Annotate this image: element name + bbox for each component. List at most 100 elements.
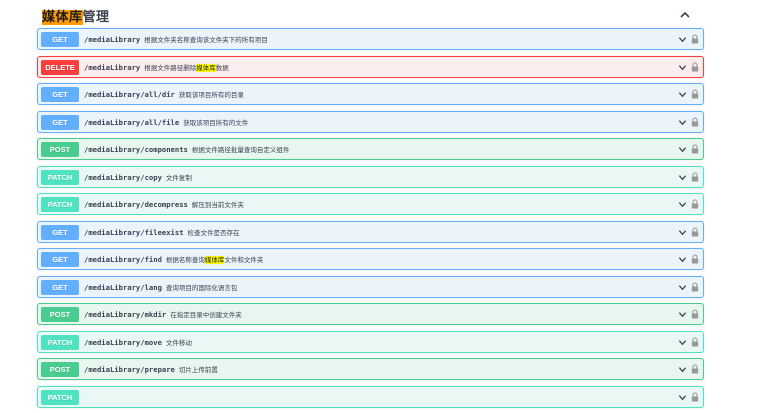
operation-summary: 文件复制 bbox=[166, 174, 192, 182]
lock-icon[interactable] bbox=[691, 116, 699, 127]
search-highlight: 媒体库 bbox=[204, 256, 225, 264]
operation-row[interactable]: PATCH/mediaLibrary/move 文件移动 bbox=[37, 330, 704, 353]
lock-icon[interactable] bbox=[691, 391, 699, 402]
section-title: 媒体库管理 bbox=[42, 6, 110, 25]
method-badge: GET bbox=[41, 224, 79, 240]
chevron-down-icon[interactable] bbox=[678, 63, 687, 72]
chevron-down-icon[interactable] bbox=[678, 118, 687, 127]
lock-icon[interactable] bbox=[691, 199, 699, 209]
operation-summary: 查询项目的国际化语言包 bbox=[166, 284, 238, 292]
lock-icon[interactable] bbox=[691, 336, 699, 347]
lock-icon[interactable] bbox=[691, 254, 699, 264]
operation-path: /mediaLibrary/lang 查询项目的国际化语言包 bbox=[84, 282, 237, 292]
summary-text: 解压到当前文件夹 bbox=[191, 201, 244, 209]
operation-row[interactable]: POST/mediaLibrary/prepare 切片上传前置 bbox=[37, 358, 704, 380]
method-badge: GET bbox=[41, 114, 79, 130]
operation-row[interactable]: PATCH/mediaLibrary/decompress 解压到当前文件夹 bbox=[37, 193, 704, 215]
operation-path: /mediaLibrary/prepare 切片上传前置 bbox=[84, 364, 218, 374]
operation-summary: 在指定目录中创建文件夹 bbox=[170, 311, 242, 319]
lock-icon[interactable] bbox=[691, 281, 699, 292]
chevron-down-icon[interactable] bbox=[678, 35, 687, 44]
operation-path: /mediaLibrary/all/file 获取该项目所有的文件 bbox=[84, 117, 248, 127]
method-badge: PATCH bbox=[41, 197, 79, 212]
path-text: /mediaLibrary/fileexist bbox=[84, 227, 184, 237]
summary-text: 根据文件路径删除 bbox=[144, 63, 197, 72]
method-badge: GET bbox=[41, 32, 79, 47]
operation-row[interactable]: POST/mediaLibrary/mkdir 在指定目录中创建文件夹 bbox=[37, 303, 704, 325]
lock-icon[interactable] bbox=[691, 34, 699, 44]
operation-row[interactable]: POST/mediaLibrary/components 根据文件路径批量查询自定… bbox=[37, 138, 704, 160]
operation-path: /mediaLibrary/move 文件移动 bbox=[84, 337, 192, 347]
path-text: /mediaLibrary bbox=[84, 62, 141, 72]
chevron-down-icon[interactable] bbox=[678, 173, 687, 182]
path-text: /mediaLibrary/all/file bbox=[84, 117, 180, 127]
summary-text-after: 数据 bbox=[215, 63, 229, 72]
chevron-down-icon[interactable] bbox=[678, 310, 687, 319]
chevron-down-icon[interactable] bbox=[678, 338, 687, 347]
method-badge: POST bbox=[41, 362, 79, 377]
lock-icon[interactable] bbox=[691, 364, 699, 374]
operation-summary: 切片上传前置 bbox=[179, 366, 218, 374]
title-highlight: 媒体库 bbox=[42, 10, 83, 25]
summary-text: 文件复制 bbox=[165, 173, 192, 182]
operation-row[interactable]: GET/mediaLibrary/all/dir 获取该项目所有的目录 bbox=[37, 83, 704, 105]
lock-icon[interactable] bbox=[691, 226, 699, 237]
lock-icon[interactable] bbox=[691, 144, 699, 154]
operation-path: /mediaLibrary/components 根据文件路径批量查询自定义组件 bbox=[84, 144, 289, 154]
summary-text: 查询项目的国际化语言包 bbox=[165, 283, 238, 292]
path-text: /mediaLibrary/move bbox=[84, 337, 162, 347]
section-header[interactable]: 媒体库管理 bbox=[39, 0, 704, 31]
summary-text: 根据名称查询 bbox=[165, 256, 205, 264]
operation-summary: 根据文件路径批量查询自定义组件 bbox=[192, 146, 290, 154]
chevron-down-icon[interactable] bbox=[678, 283, 687, 292]
method-badge: GET bbox=[41, 252, 79, 267]
operation-path: /mediaLibrary/copy 文件复制 bbox=[84, 172, 192, 182]
lock-icon[interactable] bbox=[691, 309, 699, 319]
lock-icon[interactable] bbox=[691, 89, 699, 99]
search-highlight: 媒体库 bbox=[196, 63, 216, 72]
summary-text: 检查文件是否存在 bbox=[187, 228, 240, 237]
path-text: /mediaLibrary/lang bbox=[84, 282, 162, 292]
operation-row[interactable]: GET/mediaLibrary/all/file 获取该项目所有的文件 bbox=[37, 110, 704, 133]
operation-path: /mediaLibrary 根据文件路径删除媒体库数据 bbox=[84, 62, 229, 72]
method-badge: GET bbox=[41, 279, 79, 295]
operation-row[interactable]: GET/mediaLibrary/lang 查询项目的国际化语言包 bbox=[37, 275, 704, 298]
path-text: /mediaLibrary/prepare bbox=[84, 365, 175, 374]
summary-text: 获取该项目所有的目录 bbox=[178, 91, 244, 99]
chevron-down-icon[interactable] bbox=[678, 200, 687, 209]
summary-text: 根据文件路径批量查询自定义组件 bbox=[191, 146, 290, 154]
chevron-down-icon[interactable] bbox=[678, 228, 687, 237]
operation-path: /mediaLibrary/fileexist 检查文件是否存在 bbox=[84, 227, 240, 237]
method-badge: PATCH bbox=[41, 389, 79, 405]
operation-summary: 根据文件夹名称查询该文件夹下的所有项目 bbox=[144, 36, 268, 44]
chevron-down-icon[interactable] bbox=[678, 145, 687, 154]
operation-summary: 解压到当前文件夹 bbox=[192, 201, 244, 209]
operation-row[interactable]: PATCH bbox=[37, 385, 704, 408]
operation-row[interactable]: PATCH/mediaLibrary/copy 文件复制 bbox=[37, 165, 704, 188]
path-text: /mediaLibrary/components bbox=[84, 145, 188, 154]
operation-row[interactable]: GET/mediaLibrary 根据文件夹名称查询该文件夹下的所有项目 bbox=[37, 28, 704, 50]
lock-icon[interactable] bbox=[691, 61, 699, 72]
operation-path: /mediaLibrary/all/dir 获取该项目所有的目录 bbox=[84, 89, 244, 99]
operation-summary: 检查文件是否存在 bbox=[188, 229, 240, 237]
chevron-down-icon[interactable] bbox=[678, 255, 687, 264]
summary-text: 获取该项目所有的文件 bbox=[183, 118, 249, 127]
chevron-down-icon[interactable] bbox=[678, 90, 687, 99]
operation-row[interactable]: GET/mediaLibrary/find 根据名称查询媒体库文件和文件夹 bbox=[37, 248, 704, 270]
summary-text: 切片上传前置 bbox=[178, 366, 218, 374]
operation-path: /mediaLibrary/decompress 解压到当前文件夹 bbox=[84, 199, 244, 209]
operation-row[interactable]: GET/mediaLibrary/fileexist 检查文件是否存在 bbox=[37, 220, 704, 243]
summary-text-after: 文件和文件夹 bbox=[224, 256, 264, 264]
chevron-up-icon[interactable] bbox=[678, 8, 692, 22]
operation-summary: 根据文件路径删除媒体库数据 bbox=[144, 63, 229, 72]
operations-list: GET/mediaLibrary 根据文件夹名称查询该文件夹下的所有项目 DELET… bbox=[37, 28, 704, 413]
lock-icon[interactable] bbox=[691, 171, 699, 182]
path-text: /mediaLibrary/copy bbox=[84, 172, 162, 182]
operation-path: /mediaLibrary 根据文件夹名称查询该文件夹下的所有项目 bbox=[84, 34, 268, 44]
operation-summary: 获取该项目所有的目录 bbox=[179, 91, 244, 99]
chevron-down-icon[interactable] bbox=[678, 365, 687, 374]
operation-row[interactable]: DELETE/mediaLibrary 根据文件路径删除媒体库数据 bbox=[37, 55, 704, 78]
path-text: /mediaLibrary/mkdir bbox=[84, 310, 167, 319]
chevron-down-icon[interactable] bbox=[678, 393, 687, 402]
method-badge: PATCH bbox=[41, 334, 79, 350]
